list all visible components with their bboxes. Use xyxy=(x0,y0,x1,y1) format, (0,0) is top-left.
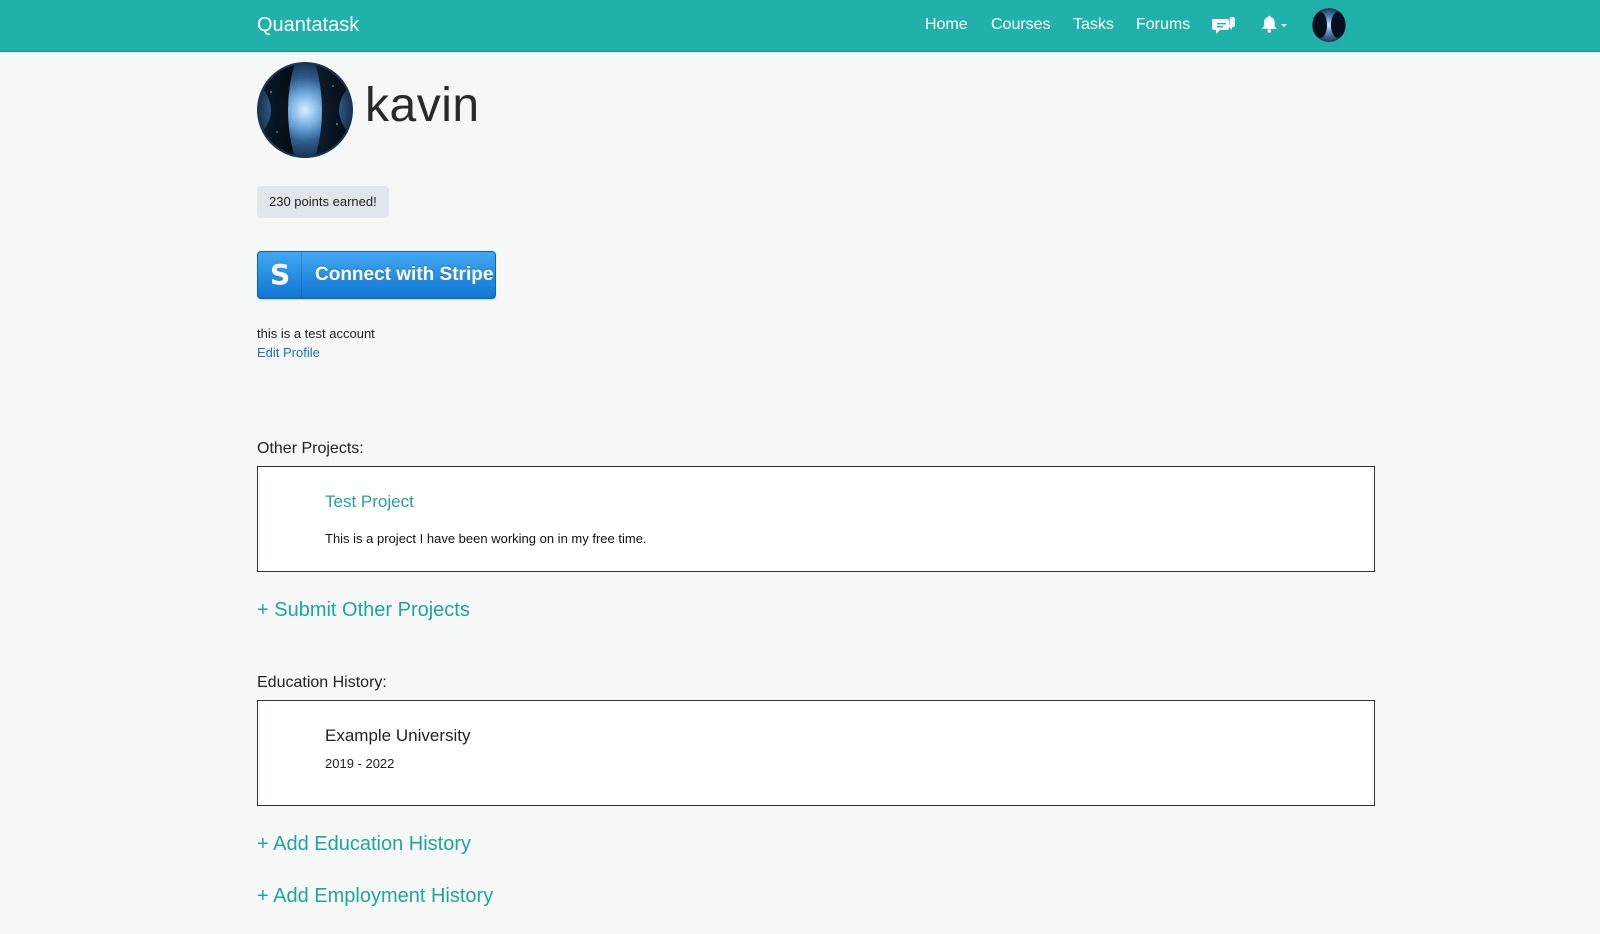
edit-profile-link[interactable]: Edit Profile xyxy=(257,345,320,360)
education-card: Example University 2019 - 2022 xyxy=(257,700,1375,806)
profile-username: kavin xyxy=(365,79,480,132)
connect-stripe-label: Connect with Stripe xyxy=(315,264,494,285)
submit-other-projects-link[interactable]: + Submit Other Projects xyxy=(257,599,470,622)
chat-bubbles-icon[interactable] xyxy=(1212,15,1236,37)
nav-tasks-link[interactable]: Tasks xyxy=(1073,16,1114,34)
add-education-history-link[interactable]: + Add Education History xyxy=(257,833,471,856)
add-employment-history-link[interactable]: + Add Employment History xyxy=(257,885,493,908)
project-title-link[interactable]: Test Project xyxy=(325,492,414,512)
user-avatar[interactable] xyxy=(1312,8,1346,42)
project-card: Test Project This is a project I have be… xyxy=(257,466,1375,572)
profile-bio: this is a test account xyxy=(257,326,375,341)
nav-forums-link[interactable]: Forums xyxy=(1136,16,1190,34)
education-history-heading: Education History: xyxy=(257,674,387,691)
stripe-icon: S xyxy=(258,252,302,298)
connect-stripe-button[interactable]: S Connect with Stripe xyxy=(257,251,496,299)
nav-courses-link[interactable]: Courses xyxy=(991,16,1051,34)
brand-logo-link[interactable]: Quantatask xyxy=(257,14,359,37)
other-projects-heading: Other Projects: xyxy=(257,440,364,457)
nav-home-link[interactable]: Home xyxy=(925,16,968,34)
top-navbar: Quantatask Home Courses Tasks Forums xyxy=(0,0,1600,52)
education-school: Example University xyxy=(325,726,471,745)
bell-icon[interactable] xyxy=(1259,15,1291,37)
project-description: This is a project I have been working on… xyxy=(325,531,647,546)
profile-avatar xyxy=(257,62,353,158)
education-years: 2019 - 2022 xyxy=(325,756,395,771)
points-badge: 230 points earned! xyxy=(257,186,389,218)
